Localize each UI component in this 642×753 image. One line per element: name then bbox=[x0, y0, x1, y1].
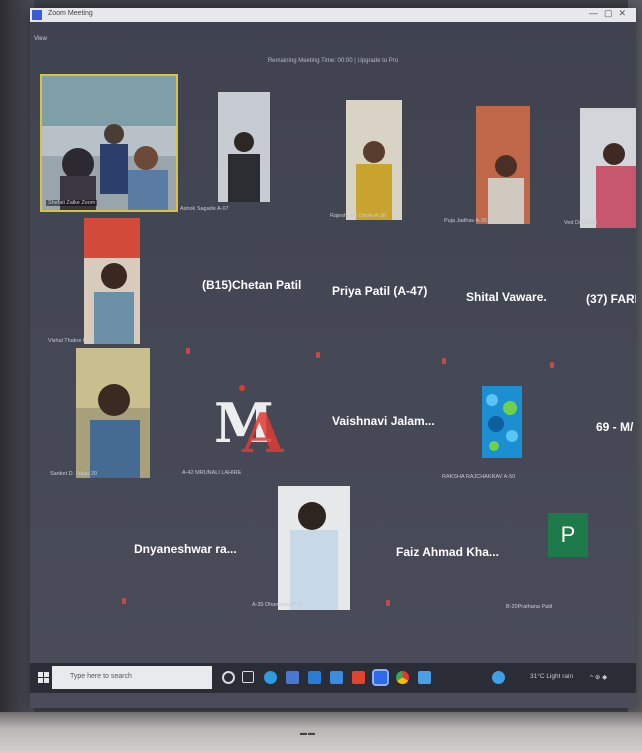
video-frame-icon bbox=[84, 218, 140, 344]
zoom-app-icon bbox=[32, 10, 42, 20]
video-frame-icon bbox=[278, 486, 350, 610]
photos-icon[interactable] bbox=[418, 671, 431, 684]
participant-video-5[interactable] bbox=[84, 218, 140, 344]
participant-video-3[interactable] bbox=[476, 106, 530, 224]
window-title: Zoom Meeting bbox=[48, 10, 93, 17]
participant-name-large: 69 - M/ bbox=[596, 420, 634, 434]
participant-name: A-35 Dhananjay B11 bbox=[252, 602, 303, 608]
svg-text:A: A bbox=[241, 401, 284, 458]
meeting-time-banner: Remaining Meeting Time: 00:00 | Upgrade … bbox=[267, 58, 399, 64]
store-icon[interactable] bbox=[286, 671, 299, 684]
participant-name: Sanket D. Fulari 20 bbox=[50, 471, 98, 477]
muted-mic-icon bbox=[386, 600, 390, 606]
video-frame-icon bbox=[580, 108, 636, 228]
windows-taskbar: Type here to search 31°C Light rain ^ ⊕ … bbox=[30, 663, 636, 693]
participant-name: A-42 MRUNALI LAHIRE bbox=[182, 470, 242, 476]
participant-name: Rajeshwari Dhole A-38 bbox=[330, 213, 386, 219]
participant-name-large: Vaishnavi Jalam... bbox=[332, 414, 435, 428]
participant-name: Puja Jadhav A-26 bbox=[444, 218, 488, 224]
participant-name-large: Shital Vaware. bbox=[466, 290, 547, 304]
participant-name: Ved Dabhade bbox=[564, 220, 598, 226]
chrome-icon[interactable] bbox=[396, 671, 409, 684]
dropbox-icon[interactable] bbox=[330, 671, 343, 684]
avatar[interactable]: P bbox=[548, 513, 588, 557]
participant-video-4[interactable] bbox=[580, 108, 636, 228]
windows-start-icon[interactable] bbox=[38, 672, 50, 684]
projected-screen: Zoom Meeting —▢✕ View Remaining Meeting … bbox=[30, 8, 636, 708]
participant-video-1[interactable] bbox=[218, 92, 270, 202]
taskbar-search-input[interactable]: Type here to search bbox=[52, 666, 212, 689]
participant-video-2[interactable] bbox=[346, 100, 402, 220]
participant-name-large: Dnyaneshwar ra... bbox=[134, 542, 237, 556]
projector-brand-logo: ▬▬ bbox=[300, 730, 316, 737]
participant-name: RAKSHA RAJCHAKRAV A-50 bbox=[442, 474, 516, 480]
muted-mic-icon bbox=[186, 348, 190, 354]
profile-picture-icon[interactable] bbox=[482, 386, 522, 458]
participant-name: B-20Prathana Patil bbox=[506, 604, 553, 610]
participant-name: Vishal Thakre B-33 bbox=[48, 338, 95, 344]
video-frame-icon bbox=[42, 76, 176, 210]
participant-video-10[interactable] bbox=[76, 348, 150, 478]
cortana-icon[interactable] bbox=[222, 671, 235, 684]
participant-name: Ashok Sagade A-07 bbox=[180, 206, 229, 212]
muted-mic-icon bbox=[442, 358, 446, 364]
participant-video-0[interactable]: Shefali Zalke Zoom bbox=[40, 74, 178, 212]
task-view-icon[interactable] bbox=[242, 671, 254, 683]
edge-icon[interactable] bbox=[264, 671, 277, 684]
weather-widget[interactable]: 31°C Light rain bbox=[530, 673, 573, 680]
muted-mic-icon bbox=[550, 362, 554, 368]
video-frame-icon bbox=[218, 92, 270, 202]
muted-mic-icon bbox=[122, 598, 126, 604]
participant-name: Shefali Zalke Zoom bbox=[46, 200, 98, 206]
network-app-icon[interactable] bbox=[492, 671, 505, 684]
zoom-taskbar-icon[interactable] bbox=[372, 669, 389, 686]
system-tray[interactable]: ^ ⊕ ◆ bbox=[590, 673, 607, 681]
video-frame-icon bbox=[76, 348, 150, 478]
participant-name-large: Faiz Ahmad Kha... bbox=[396, 545, 499, 559]
floor bbox=[0, 712, 642, 753]
office-icon[interactable] bbox=[352, 671, 365, 684]
participant-name-large: (37) FARI bbox=[586, 292, 636, 306]
view-menu[interactable]: View bbox=[34, 36, 47, 42]
video-frame-icon bbox=[476, 106, 530, 224]
mail-icon[interactable] bbox=[308, 671, 321, 684]
participant-name-large: (B15)Chetan Patil bbox=[202, 278, 302, 292]
muted-mic-icon bbox=[316, 352, 320, 358]
window-titlebar: Zoom Meeting —▢✕ bbox=[30, 8, 636, 22]
ma-logo-icon: M A bbox=[214, 385, 284, 458]
search-placeholder: Type here to search bbox=[70, 673, 132, 680]
participant-video-16[interactable] bbox=[278, 486, 350, 610]
wall-left bbox=[0, 0, 34, 720]
video-frame-icon bbox=[346, 100, 402, 220]
window-controls[interactable]: —▢✕ bbox=[589, 8, 632, 19]
participant-name-large: Priya Patil (A-47) bbox=[332, 284, 428, 298]
